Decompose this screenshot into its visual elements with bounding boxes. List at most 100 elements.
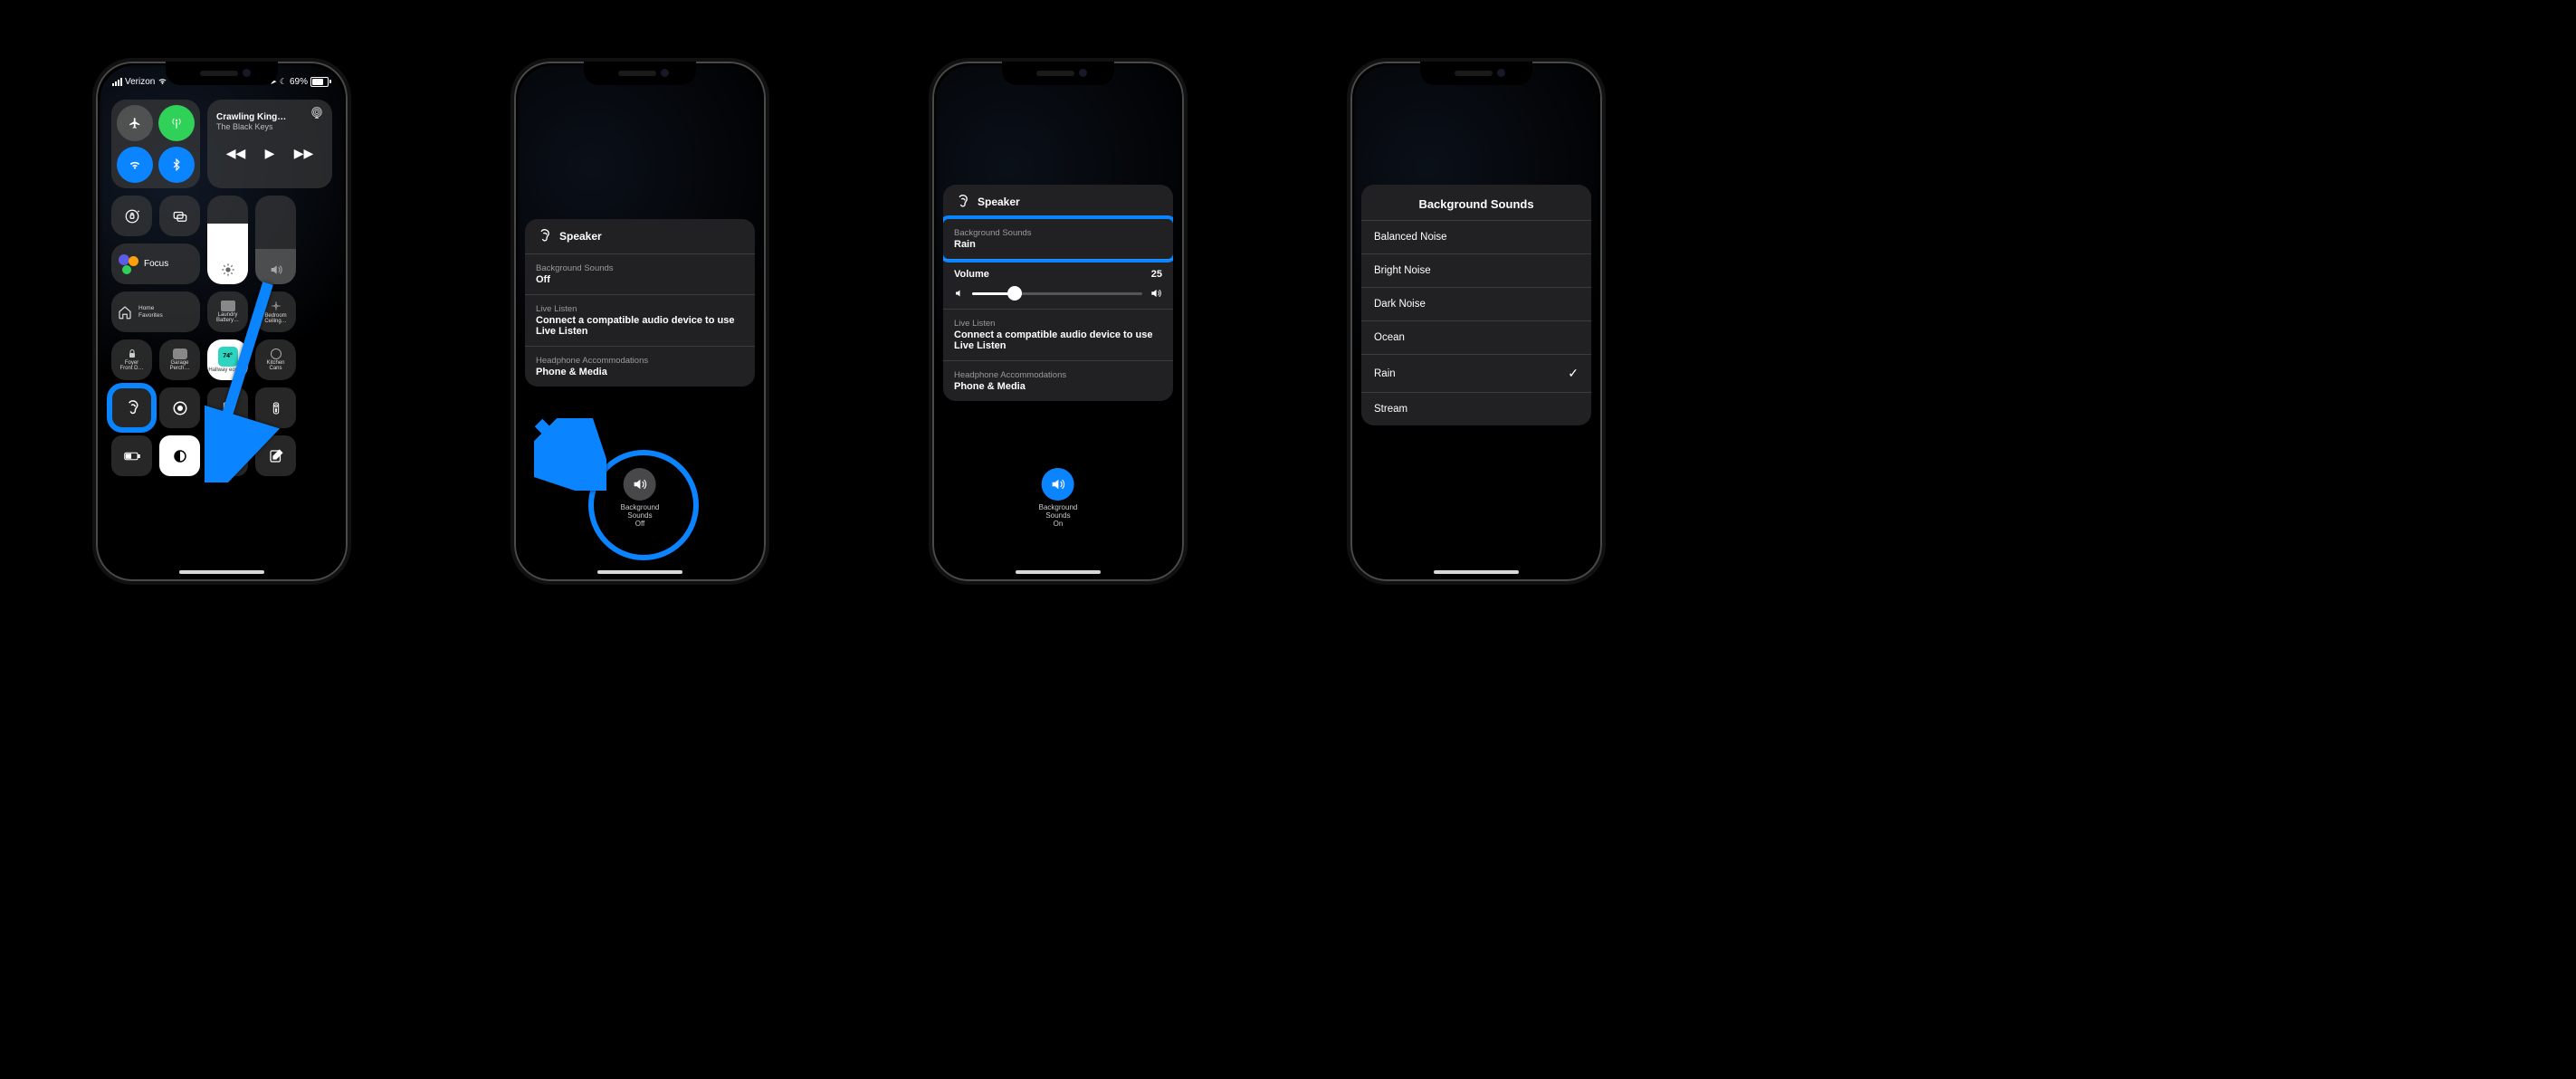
bg-button-l3: Off — [635, 520, 645, 528]
ear-icon — [123, 399, 141, 417]
bg-button-l1: Background — [621, 503, 660, 511]
ear-icon — [536, 228, 552, 244]
headphone-value: Phone & Media — [536, 367, 744, 377]
lock-rotation-icon — [124, 208, 140, 224]
sound-option-ocean[interactable]: Ocean — [1361, 320, 1591, 354]
home-favorites-tile[interactable]: Home Favorites — [111, 291, 200, 332]
volume-row[interactable]: Volume 25 — [943, 259, 1173, 309]
signal-bars-icon — [112, 78, 122, 86]
home-garage-tile[interactable]: Garage Perch… — [159, 339, 200, 380]
next-track-button[interactable]: ▶▶ — [294, 146, 314, 161]
lock-icon — [127, 349, 138, 359]
screen-record-button[interactable] — [159, 387, 200, 428]
volume-low-icon — [954, 288, 965, 299]
live-listen-label: Live Listen — [536, 304, 744, 314]
bg-button-l3: On — [1054, 520, 1064, 528]
live-listen-row[interactable]: Live Listen Connect a compatible audio d… — [943, 309, 1173, 360]
live-listen-row[interactable]: Live Listen Connect a compatible audio d… — [525, 294, 755, 346]
orientation-lock-button[interactable] — [111, 196, 152, 236]
dark-mode-icon — [172, 448, 188, 464]
wifi-toggle[interactable] — [117, 147, 153, 183]
low-power-button[interactable] — [111, 435, 152, 476]
background-sounds-button[interactable]: BackgroundSoundsOff — [621, 468, 660, 528]
option-label: Ocean — [1374, 332, 1405, 343]
focus-label: Focus — [144, 259, 168, 269]
bg-sounds-value: Off — [536, 274, 744, 285]
sound-option-stream[interactable]: Stream — [1361, 392, 1591, 425]
home-icon — [117, 304, 133, 320]
media-title: Crawling King… — [216, 112, 323, 122]
background-sounds-list: Background Sounds Balanced Noise Bright … — [1361, 185, 1591, 425]
record-icon — [172, 400, 188, 416]
cellular-toggle[interactable] — [158, 105, 195, 141]
headphone-label: Headphone Accommodations — [954, 370, 1162, 380]
volume-thumb[interactable] — [1007, 286, 1022, 301]
volume-track[interactable] — [972, 292, 1142, 295]
wifi-icon — [157, 78, 167, 85]
live-listen-value: Connect a compatible audio device to use… — [954, 329, 1162, 351]
sound-option-balanced-noise[interactable]: Balanced Noise — [1361, 220, 1591, 253]
background-sounds-row[interactable]: Background Sounds Off — [525, 253, 755, 294]
focus-button[interactable]: Focus — [111, 243, 200, 284]
bg-sounds-label: Background Sounds — [954, 228, 1162, 238]
volume-high-icon — [1150, 287, 1162, 300]
headphone-accommodations-row[interactable]: Headphone Accommodations Phone & Media — [943, 360, 1173, 401]
background-sounds-button[interactable]: BackgroundSoundsOn — [1039, 468, 1078, 528]
airplane-toggle[interactable] — [117, 105, 153, 141]
wifi-icon — [129, 158, 141, 171]
live-listen-value: Connect a compatible audio device to use… — [536, 315, 744, 337]
home-indicator[interactable] — [179, 570, 264, 574]
camera-icon — [173, 349, 187, 359]
speaker-icon — [1042, 468, 1074, 501]
mirroring-icon — [172, 208, 188, 224]
volume-value: 25 — [1151, 269, 1162, 280]
media-tile[interactable]: Crawling King… The Black Keys ◀◀ ▶ ▶▶ — [207, 100, 332, 188]
battery-icon — [124, 448, 140, 464]
bg-button-l1: Background — [1039, 503, 1078, 511]
home-foyer-tile[interactable]: Foyer Front D… — [111, 339, 152, 380]
home-indicator[interactable] — [597, 570, 682, 574]
home-tile-label: Foyer Front D… — [119, 360, 143, 372]
dark-mode-button[interactable] — [159, 435, 200, 476]
hearing-card: Speaker Background Sounds Rain Volume 25 — [943, 185, 1173, 401]
bg-button-l2: Sounds — [1045, 511, 1070, 520]
home-tile-label: Garage Perch… — [170, 360, 190, 372]
background-sounds-row[interactable]: Background Sounds Rain — [943, 215, 1173, 263]
option-label: Stream — [1374, 404, 1407, 415]
hearing-button[interactable] — [111, 387, 152, 428]
checkmark-icon: ✓ — [1568, 366, 1579, 381]
screen-mirroring-button[interactable] — [159, 196, 200, 236]
speaker-icon — [624, 468, 656, 501]
sound-option-rain[interactable]: Rain ✓ — [1361, 354, 1591, 392]
bluetooth-toggle[interactable] — [158, 147, 195, 183]
connectivity-cluster[interactable] — [111, 100, 200, 188]
headphone-label: Headphone Accommodations — [536, 356, 744, 366]
sound-option-dark-noise[interactable]: Dark Noise — [1361, 287, 1591, 320]
brightness-slider[interactable] — [207, 196, 248, 284]
option-label: Rain — [1374, 368, 1396, 379]
home-indicator[interactable] — [1016, 570, 1101, 574]
headphone-accommodations-row[interactable]: Headphone Accommodations Phone & Media — [525, 346, 755, 387]
live-listen-label: Live Listen — [954, 319, 1162, 329]
hearing-card: Speaker Background Sounds Off Live Liste… — [525, 219, 755, 387]
bg-sounds-label: Background Sounds — [536, 263, 744, 273]
play-button[interactable]: ▶ — [265, 146, 275, 161]
bluetooth-icon — [170, 158, 183, 171]
battery-icon — [310, 77, 331, 87]
speaker-header: Speaker — [525, 219, 755, 253]
headphone-value: Phone & Media — [954, 381, 1162, 392]
prev-track-button[interactable]: ◀◀ — [226, 146, 246, 161]
battery-pct: 69% — [290, 77, 308, 87]
speaker-header: Speaker — [943, 185, 1173, 219]
volume-label: Volume — [954, 269, 989, 280]
volume-slider[interactable] — [255, 196, 296, 284]
option-label: Bright Noise — [1374, 265, 1431, 276]
option-label: Dark Noise — [1374, 299, 1426, 310]
airplane-icon — [129, 117, 141, 129]
list-title: Background Sounds — [1361, 185, 1591, 220]
speaker-label: Speaker — [559, 230, 602, 243]
airplay-icon[interactable] — [310, 107, 323, 119]
sound-option-bright-noise[interactable]: Bright Noise — [1361, 253, 1591, 287]
home-indicator[interactable] — [1434, 570, 1519, 574]
speaker-label: Speaker — [978, 196, 1020, 208]
